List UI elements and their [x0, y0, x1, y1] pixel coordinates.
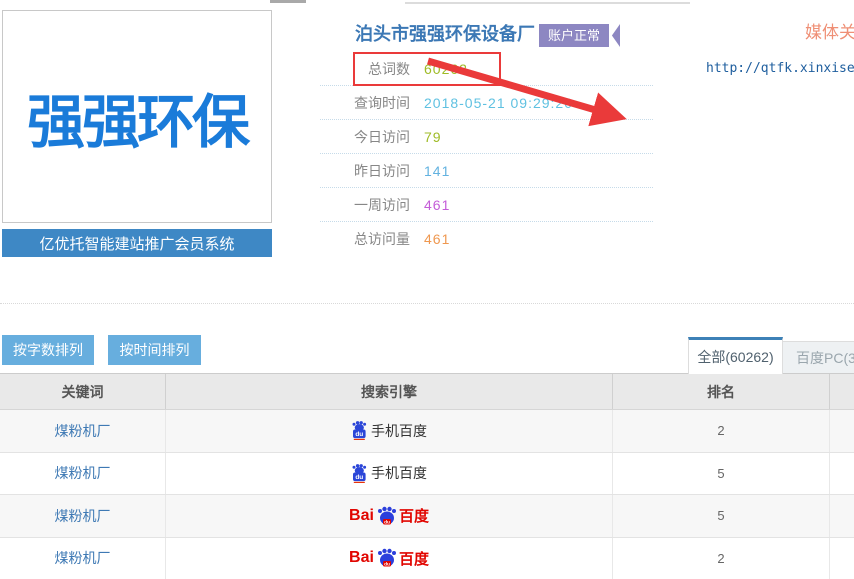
- rank-value: 5: [717, 508, 724, 523]
- mobile-baidu-logo: du 手机百度: [351, 463, 427, 483]
- status-badge-tail-icon: [611, 24, 620, 47]
- page: 强强环保 亿优托智能建站推广会员系统 泊头市强强环保设备厂 账户正常 总词数 6…: [0, 0, 854, 579]
- tab-baidu-pc[interactable]: 百度PC(30: [782, 341, 854, 374]
- table-row: 煤粉机厂 du 手机百度: [0, 410, 854, 453]
- keyword-cell: 煤粉机厂: [0, 410, 166, 452]
- stat-row: 今日访问 79: [320, 120, 653, 154]
- section-divider: [0, 303, 854, 304]
- stat-row: 查询时间 2018-05-21 09:29:20: [320, 86, 653, 120]
- status-badge-label: 账户正常: [539, 24, 609, 47]
- table-row: 煤粉机厂 du Bai: [0, 495, 854, 538]
- cutoff-line: [405, 2, 690, 4]
- mobile-baidu-logo: du 手机百度: [351, 421, 427, 441]
- engine-label: 手机百度: [371, 421, 427, 441]
- stat-value: 141: [424, 163, 450, 179]
- extra-cell: [830, 495, 854, 537]
- media-url-link[interactable]: http://qtfk.xinxisea.: [706, 61, 854, 76]
- stat-value: 461: [424, 197, 450, 213]
- stat-label: 昨日访问: [320, 161, 410, 181]
- rank-value: 5: [717, 466, 724, 481]
- baidu-pc-logo: Bai du 百度: [349, 505, 429, 526]
- keyword-link[interactable]: 煤粉机厂: [55, 506, 111, 526]
- rank-value: 2: [717, 423, 724, 438]
- baidu-paw-icon: du: [376, 548, 397, 568]
- svg-text:du: du: [355, 431, 363, 438]
- stat-value: 461: [424, 231, 450, 247]
- extra-cell: [830, 410, 854, 452]
- table-header-row: 关键词 搜索引擎 排名: [0, 374, 854, 410]
- media-section-heading: 媒体关: [805, 18, 854, 43]
- baidu-logo-bai-text: Bai: [349, 549, 374, 567]
- baidu-logo-bai-text: Bai: [349, 507, 374, 525]
- svg-text:du: du: [355, 474, 363, 481]
- rank-cell: 2: [613, 410, 830, 452]
- total-words-highlight-box: [353, 52, 501, 86]
- keyword-link[interactable]: 煤粉机厂: [55, 421, 111, 441]
- engine-cell: du Bai du 百度: [166, 538, 613, 579]
- keyword-cell: 煤粉机厂: [0, 453, 166, 495]
- rank-cell: 5: [613, 495, 830, 537]
- header-cell-rank: 排名: [613, 374, 830, 409]
- tab-all-keywords[interactable]: 全部(60262): [688, 337, 783, 374]
- table-row: 煤粉机厂 du 手机百度: [0, 453, 854, 496]
- table-row: 煤粉机厂 du Bai: [0, 538, 854, 579]
- rank-value: 2: [717, 551, 724, 566]
- stat-row: 总访问量 461: [320, 222, 653, 255]
- mobile-baidu-paw-icon: du: [351, 421, 367, 440]
- stat-label: 总访问量: [320, 229, 410, 249]
- extra-cell: [830, 538, 854, 579]
- header-cell-keyword: 关键词: [0, 374, 166, 409]
- mobile-baidu-paw-icon: du: [351, 464, 367, 483]
- sort-by-words-button[interactable]: 按字数排列: [2, 335, 94, 365]
- baidu-pc-logo: Bai du 百度: [349, 548, 429, 569]
- engine-label: 手机百度: [371, 463, 427, 483]
- keyword-cell: 煤粉机厂: [0, 538, 166, 579]
- stat-row: 昨日访问 141: [320, 154, 653, 188]
- account-status-badge: 账户正常: [539, 24, 620, 47]
- keyword-link[interactable]: 煤粉机厂: [55, 548, 111, 568]
- header-cell-engine: 搜索引擎: [166, 374, 613, 409]
- extra-cell: [830, 453, 854, 495]
- engine-cell: du 手机百度 du: [166, 453, 613, 495]
- engine-cell: du Bai du 百度: [166, 495, 613, 537]
- stat-label: 查询时间: [320, 93, 410, 113]
- stat-label: 今日访问: [320, 127, 410, 147]
- baidu-paw-icon: du: [376, 506, 397, 526]
- stat-value: 79: [424, 129, 442, 145]
- header-cell-extra: [830, 374, 854, 409]
- keyword-link[interactable]: 煤粉机厂: [55, 463, 111, 483]
- company-logo: 强强环保: [2, 10, 272, 223]
- member-system-banner: 亿优托智能建站推广会员系统: [2, 229, 272, 257]
- keywords-table: 关键词 搜索引擎 排名 煤粉机厂 du 手机百度: [0, 373, 854, 579]
- page-title: 泊头市强强环保设备厂: [355, 20, 535, 46]
- stat-label: 一周访问: [320, 195, 410, 215]
- rank-cell: 2: [613, 538, 830, 579]
- engine-cell: du 手机百度 du: [166, 410, 613, 452]
- svg-text:du: du: [384, 562, 390, 568]
- company-logo-text: 强强环保: [27, 75, 247, 159]
- table-body: 煤粉机厂 du 手机百度: [0, 410, 854, 579]
- keyword-cell: 煤粉机厂: [0, 495, 166, 537]
- baidu-logo-cn-text: 百度: [399, 548, 429, 569]
- stat-row: 一周访问 461: [320, 188, 653, 222]
- cutoff-line: [270, 0, 306, 3]
- rank-cell: 5: [613, 453, 830, 495]
- baidu-logo-cn-text: 百度: [399, 505, 429, 526]
- stat-value: 2018-05-21 09:29:20: [424, 95, 573, 111]
- sort-by-time-button[interactable]: 按时间排列: [108, 335, 201, 365]
- svg-text:du: du: [384, 519, 390, 525]
